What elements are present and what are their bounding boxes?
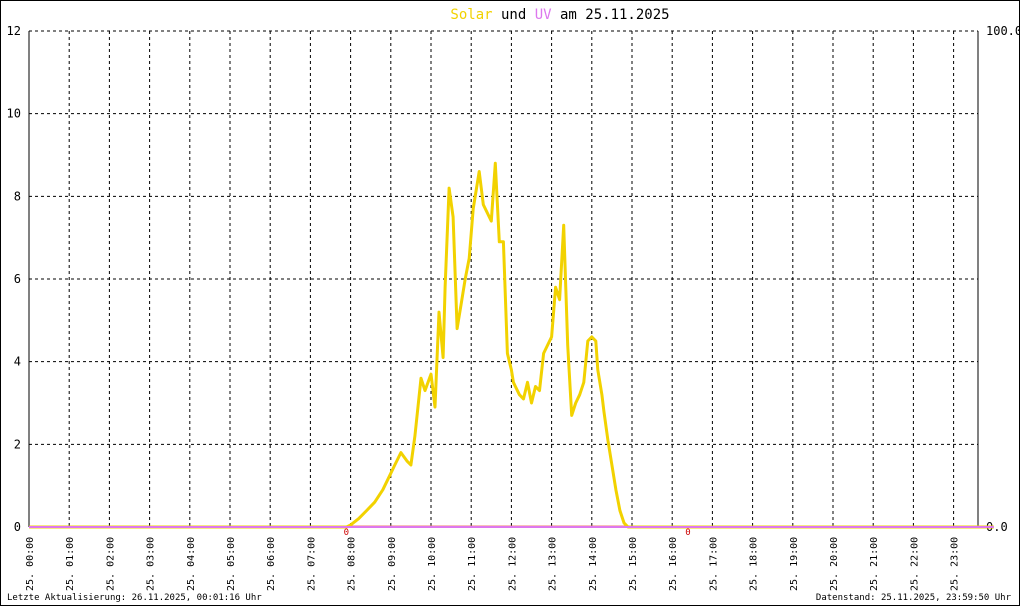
title-solar: Solar	[450, 7, 492, 23]
x-tick-label: 25. 01:00	[65, 537, 76, 591]
title-date: am 25.11.2025	[552, 7, 670, 23]
chart-frame: Solar und UV am 25.11.2025 0 2 4 6 8 10 12 0.0 1…	[0, 0, 1020, 606]
y-tick-label-left: 8	[14, 189, 21, 203]
x-tick-label: 25. 18:00	[749, 537, 760, 591]
x-tick-label: 25. 10:00	[427, 537, 438, 591]
data-timestamp-label: Datenstand: 25.11.2025, 23:59:50 Uhr	[815, 593, 1011, 603]
x-tick-label: 25. 05:00	[226, 537, 237, 591]
solar-uv-chart: Solar und UV am 25.11.2025 0246810120.01…	[7, 7, 1019, 591]
x-tick-label: 25. 20:00	[829, 537, 840, 591]
x-tick-label: 25. 00:00	[25, 537, 36, 591]
zero-marker: 0	[685, 528, 690, 538]
x-tick-label: 25. 14:00	[588, 537, 599, 591]
x-tick-label: 25. 02:00	[105, 537, 116, 591]
x-tick-label: 25. 12:00	[507, 537, 518, 591]
x-tick-label: 25. 11:00	[467, 537, 478, 591]
chart-title: Solar und UV am 25.11.2025	[450, 7, 669, 23]
x-tick-label: 25. 04:00	[186, 537, 197, 591]
last-update-label: Letzte Aktualisierung: 26.11.2025, 00:01…	[7, 593, 262, 603]
title-uv: UV	[535, 7, 552, 23]
y-tick-label-left: 12	[7, 24, 21, 38]
zero-marker: 0	[344, 528, 349, 538]
y-tick-label-left: 0	[14, 520, 21, 534]
x-tick-label: 25. 23:00	[950, 537, 961, 591]
y-axis-labels: 0246810120.0100.0	[7, 24, 1019, 534]
x-tick-label: 25. 08:00	[347, 537, 358, 591]
y-tick-label-left: 2	[14, 437, 21, 451]
x-tick-label: 25. 03:00	[146, 537, 157, 591]
y-tick-label-left: 10	[7, 107, 21, 121]
y-tick-label-left: 6	[14, 272, 21, 286]
x-tick-label: 25. 16:00	[668, 537, 679, 591]
x-tick-label: 25. 21:00	[869, 537, 880, 591]
y-tick-label-left: 4	[14, 355, 21, 369]
x-tick-label: 25. 17:00	[708, 537, 719, 591]
x-tick-label: 25. 06:00	[266, 537, 277, 591]
y-tick-label-right: 100.0	[986, 24, 1019, 38]
x-axis-labels: 25. 00:00 25. 01:00 25. 02:00 25. 03:00 25. …	[25, 537, 961, 591]
x-tick-label: 25. 15:00	[628, 537, 639, 591]
x-tick-label: 25. 13:00	[548, 537, 559, 591]
x-tick-label: 25. 22:00	[909, 537, 920, 591]
title-und: und	[493, 7, 535, 23]
x-tick-label: 25. 09:00	[387, 537, 398, 591]
x-tick-label: 25. 07:00	[306, 537, 317, 591]
x-tick-label: 25. 19:00	[789, 537, 800, 591]
